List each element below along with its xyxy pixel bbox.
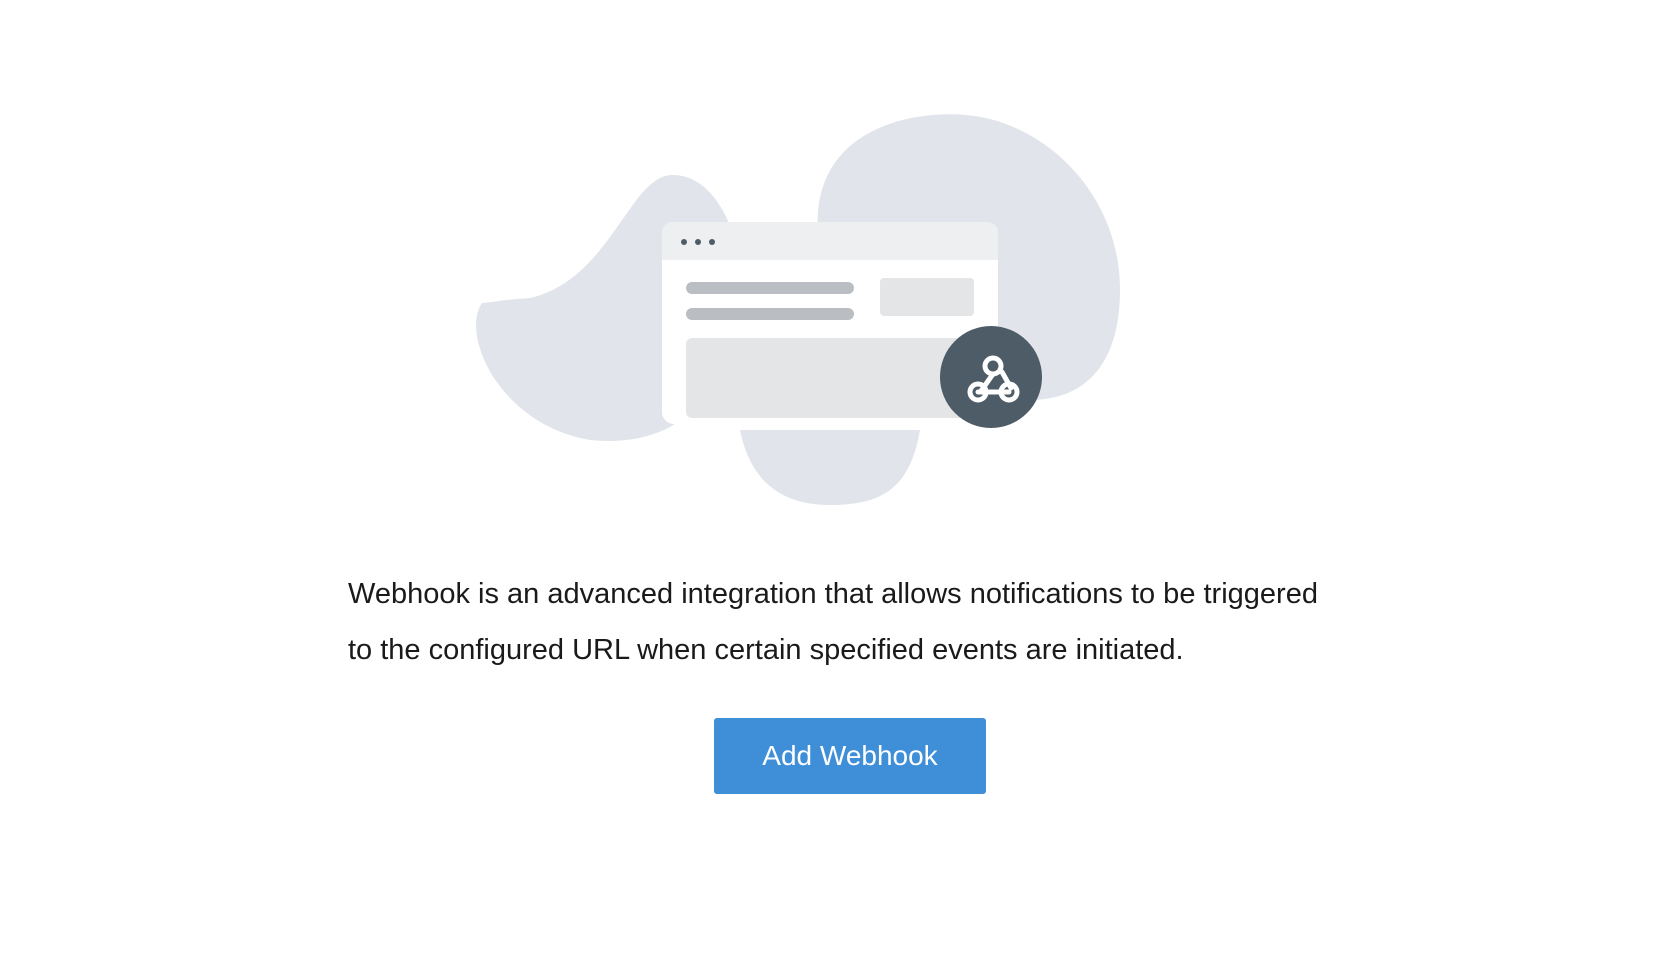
webhook-illustration [440, 100, 1160, 520]
webhook-icon [940, 326, 1042, 428]
webhook-description: Webhook is an advanced integration that … [348, 578, 1318, 666]
add-webhook-button[interactable]: Add Webhook [714, 718, 986, 794]
background-blob-bottom [740, 430, 920, 505]
